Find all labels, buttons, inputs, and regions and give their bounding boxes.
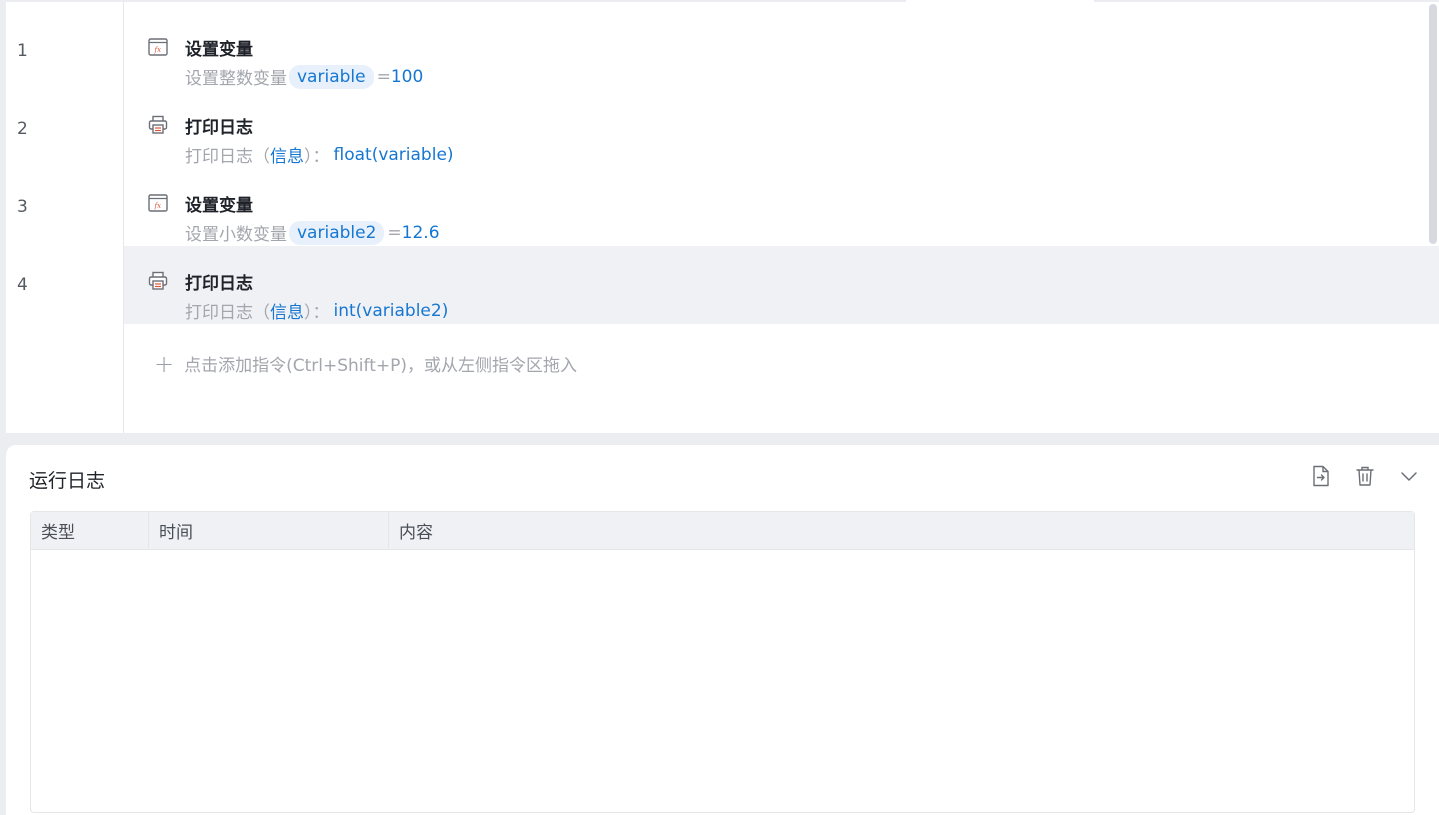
function-icon: fx [148, 193, 168, 213]
step-print-log[interactable]: 打印日志 打印日志（ 信息 ）： int(variable2) [124, 246, 1439, 324]
log-level: 信息 [270, 147, 304, 167]
clear-log-button[interactable] [1353, 464, 1377, 488]
add-hint-text: 点击添加指令(Ctrl+Shift+P)，或从左侧指令区拖入 [184, 356, 578, 376]
step-description: 设置小数变量 variable2 = 12.6 [185, 220, 440, 245]
collapse-log-button[interactable] [1397, 464, 1421, 488]
step-set-variable[interactable]: fx 设置变量 设置整数变量 variable = 100 [124, 12, 1439, 90]
column-header-time[interactable]: 时间 [149, 512, 389, 549]
desc-prefix: 设置整数变量 [185, 69, 287, 89]
run-log-panel: 运行日志 类型 时间 内容 [6, 445, 1439, 815]
trash-icon [1356, 466, 1374, 486]
assign-sign: = [376, 66, 391, 87]
printer-icon [148, 271, 168, 291]
line-number-gutter: 1 2 3 4 [6, 2, 124, 433]
assigned-value: 100 [390, 66, 424, 87]
desc-prefix: 打印日志（ [185, 147, 270, 167]
step-description: 打印日志（ 信息 ）： float(variable) [185, 142, 454, 168]
step-print-log[interactable]: 打印日志 打印日志（ 信息 ）： float(variable) [124, 90, 1439, 168]
add-command-hint[interactable]: + 点击添加指令(Ctrl+Shift+P)，或从左侧指令区拖入 [154, 349, 578, 378]
step-title: 设置变量 [185, 196, 253, 216]
desc-prefix: 打印日志（ [185, 303, 270, 323]
flow-editor: 1 2 3 4 fx 设置变量 设置整数变量 variable = 100 打印… [6, 0, 1439, 433]
step-title: 设置变量 [185, 40, 253, 60]
log-level: 信息 [270, 303, 304, 323]
export-file-icon [1313, 465, 1329, 487]
column-header-content[interactable]: 内容 [389, 512, 1414, 549]
assign-sign: = [387, 222, 402, 243]
step-title: 打印日志 [185, 118, 253, 138]
step-description: 设置整数变量 variable = 100 [185, 64, 423, 89]
chevron-down-icon [1401, 472, 1417, 481]
function-icon: fx [148, 37, 168, 57]
step-set-variable[interactable]: fx 设置变量 设置小数变量 variable2 = 12.6 [124, 168, 1439, 246]
step-title: 打印日志 [185, 274, 253, 294]
print-expression: int(variable2) [333, 300, 449, 321]
variable-pill[interactable]: variable [289, 64, 374, 89]
desc-prefix: 设置小数变量 [185, 225, 287, 245]
line-number: 4 [17, 275, 28, 295]
log-table-header: 类型 时间 内容 [31, 512, 1414, 550]
assigned-value: 12.6 [401, 222, 440, 243]
log-table: 类型 时间 内容 [30, 511, 1415, 813]
log-toolbar [1309, 464, 1421, 488]
step-list: fx 设置变量 设置整数变量 variable = 100 打印日志 打印日志（… [124, 2, 1439, 433]
svg-text:fx: fx [154, 202, 162, 210]
svg-text:fx: fx [154, 46, 162, 54]
editor-scrollbar[interactable] [1429, 4, 1437, 244]
variable-pill[interactable]: variable2 [289, 220, 385, 245]
printer-icon [148, 115, 168, 135]
step-description: 打印日志（ 信息 ）： int(variable2) [185, 298, 449, 324]
log-panel-title: 运行日志 [29, 470, 106, 492]
line-number: 1 [17, 41, 28, 61]
print-expression: float(variable) [333, 144, 454, 165]
desc-mid: ）： [304, 147, 330, 167]
line-number: 3 [17, 197, 28, 217]
export-log-button[interactable] [1309, 464, 1333, 488]
column-header-type[interactable]: 类型 [31, 512, 149, 549]
desc-mid: ）： [304, 303, 330, 323]
line-number: 2 [17, 119, 28, 139]
plus-icon: + [154, 349, 175, 378]
